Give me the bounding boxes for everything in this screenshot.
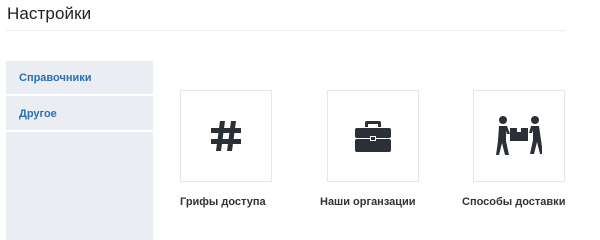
title-divider bbox=[6, 30, 566, 31]
tile-icon-box[interactable] bbox=[180, 90, 272, 182]
tile-access-labels[interactable]: Грифы доступа bbox=[180, 90, 300, 220]
briefcase-icon bbox=[355, 121, 391, 152]
tile-label: Способы доставки bbox=[462, 196, 566, 208]
sidebar-item-directories[interactable]: Справочники bbox=[6, 61, 153, 96]
tile-label: Наши органзации bbox=[320, 196, 416, 208]
tile-delivery-methods[interactable]: Способы доставки bbox=[462, 90, 582, 220]
tile-label: Грифы доступа bbox=[180, 196, 266, 208]
tile-icon-box[interactable] bbox=[473, 90, 565, 182]
hash-icon bbox=[211, 121, 241, 151]
page-title: Настройки bbox=[7, 4, 92, 23]
settings-page: Настройки Справочники Другое Грифы досту… bbox=[0, 0, 600, 240]
tile-our-organizations[interactable]: Наши органзации bbox=[320, 90, 440, 220]
sidebar-item-other[interactable]: Другое bbox=[6, 96, 153, 132]
sidebar: Справочники Другое bbox=[6, 61, 153, 240]
tile-icon-box[interactable] bbox=[327, 90, 419, 182]
movers-carrying-box-icon bbox=[496, 116, 542, 155]
